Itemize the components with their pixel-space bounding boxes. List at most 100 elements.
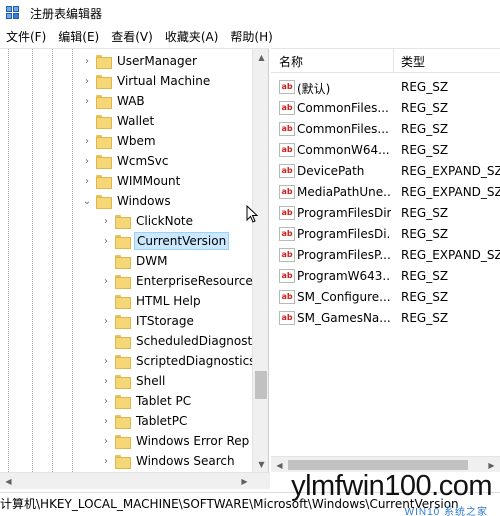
value-name: MediaPathUne... <box>297 185 391 199</box>
tree-item[interactable]: › ITStorage <box>99 311 196 331</box>
tree-item[interactable]: › Tablet PC <box>99 391 193 411</box>
menu-favorites[interactable]: 收藏夹(A) <box>159 27 225 48</box>
list-header: 名称 类型 <box>271 49 500 73</box>
tree-guide-line <box>32 49 33 472</box>
tree-horizontal-scrollbar[interactable]: ◀ ▶ <box>0 472 270 489</box>
folder-icon <box>115 335 131 349</box>
folder-icon <box>96 155 112 169</box>
list-item[interactable]: ab DevicePath REG_EXPAND_SZ <box>271 161 500 182</box>
scroll-right-icon[interactable]: ▶ <box>236 473 253 490</box>
chevron-right-icon[interactable]: › <box>99 316 113 327</box>
chevron-right-icon[interactable]: › <box>99 236 113 247</box>
string-value-icon: ab <box>279 248 295 262</box>
list-item[interactable]: ab CommonW64... REG_SZ <box>271 140 500 161</box>
chevron-right-icon[interactable]: › <box>99 356 113 367</box>
menu-view[interactable]: 查看(V) <box>105 27 159 48</box>
tree-item[interactable]: › ScriptedDiagnostics <box>99 351 257 371</box>
chevron-right-icon[interactable]: › <box>99 456 113 467</box>
tree-item-label: ScheduledDiagnost <box>136 334 253 348</box>
tree-vertical-scrollbar[interactable]: ▲ ▼ <box>252 49 268 472</box>
folder-icon <box>115 215 131 229</box>
tree-item[interactable]: › UserManager <box>80 51 199 71</box>
chevron-right-icon[interactable]: › <box>99 396 113 407</box>
tree-item[interactable]: › ClickNote <box>99 211 195 231</box>
string-value-icon: ab <box>279 290 295 304</box>
value-name: ProgramFilesP... <box>297 248 391 262</box>
chevron-right-icon[interactable]: › <box>99 416 113 427</box>
tree-item[interactable]: › EnterpriseResource <box>99 271 255 291</box>
tree-item[interactable]: › Windows Error Rep <box>99 431 251 451</box>
tree-item[interactable]: › WIMMount <box>80 171 182 191</box>
scroll-left-icon[interactable]: ◀ <box>0 473 17 490</box>
folder-icon <box>115 315 131 329</box>
registry-editor-icon <box>6 5 22 22</box>
scroll-down-icon[interactable]: ▼ <box>253 456 268 472</box>
value-type: REG_EXPAND_SZ <box>401 185 500 199</box>
menu-file[interactable]: 文件(F) <box>0 27 52 48</box>
tree-item-label: Tablet PC <box>136 394 192 408</box>
list-item[interactable]: ab ProgramFilesDi... REG_SZ <box>271 224 500 245</box>
tree-item[interactable]: DWM <box>99 251 169 271</box>
tree-item[interactable]: › Virtual Machine <box>80 71 212 91</box>
tree-item-label: WcmSvc <box>117 154 169 168</box>
chevron-down-icon[interactable]: ⌄ <box>80 196 94 207</box>
tree-item-label: ScriptedDiagnostics <box>136 354 256 368</box>
tree-item-label: UserManager <box>117 54 197 68</box>
tree-item-currentversion[interactable]: › CurrentVersion <box>99 231 230 251</box>
list-item[interactable]: ab SM_GamesNa... REG_SZ <box>271 308 500 329</box>
menu-help[interactable]: 帮助(H) <box>224 27 278 48</box>
chevron-right-icon[interactable]: › <box>99 376 113 387</box>
chevron-right-icon[interactable]: › <box>80 176 94 187</box>
string-value-icon: ab <box>279 122 295 136</box>
tree-item-label: TabletPC <box>136 414 188 428</box>
tree-item[interactable]: › WAB <box>80 91 147 111</box>
tree-item[interactable]: HTML Help <box>99 291 203 311</box>
value-type: REG_SZ <box>401 80 449 94</box>
scroll-left-icon[interactable]: ◀ <box>271 457 288 472</box>
tree-item[interactable]: › WcmSvc <box>80 151 170 171</box>
column-header-type[interactable]: 类型 <box>401 53 425 70</box>
scroll-up-icon[interactable]: ▲ <box>253 49 268 66</box>
tree-item-windows[interactable]: ⌄ Windows <box>80 191 173 211</box>
chevron-right-icon[interactable]: › <box>80 136 94 147</box>
column-divider[interactable] <box>393 49 394 73</box>
column-header-name[interactable]: 名称 <box>279 53 303 70</box>
tree-item-label: Shell <box>136 374 166 388</box>
registry-tree[interactable]: › UserManager › Virtual Machine › WAB Wa… <box>0 48 269 472</box>
tree-item-label: Wallet <box>117 114 155 128</box>
folder-icon <box>115 455 131 469</box>
mouse-cursor-icon <box>246 205 258 223</box>
list-item[interactable]: ab CommonFiles... REG_SZ <box>271 119 500 140</box>
value-name: SM_GamesNa... <box>297 311 391 325</box>
list-item[interactable]: ab ProgramW643... REG_SZ <box>271 266 500 287</box>
list-item[interactable]: ab SM_Configure... REG_SZ <box>271 287 500 308</box>
tree-item-label: Windows <box>117 194 171 208</box>
scrollbar-thumb[interactable] <box>255 371 267 399</box>
chevron-right-icon[interactable]: › <box>99 276 113 287</box>
tree-item-label: HTML Help <box>136 294 201 308</box>
tree-item-label: WAB <box>117 94 145 108</box>
chevron-right-icon[interactable]: › <box>80 156 94 167</box>
list-item[interactable]: ab CommonFiles... REG_SZ <box>271 98 500 119</box>
value-list[interactable]: 名称 类型 ab (默认) REG_SZ ab CommonFiles... REG_SZ… <box>271 48 500 472</box>
chevron-right-icon[interactable]: › <box>80 96 94 107</box>
list-item[interactable]: ab ProgramFilesP... REG_EXPAND_SZ <box>271 245 500 266</box>
chevron-right-icon[interactable]: › <box>80 76 94 87</box>
tree-item[interactable]: › Windows Search <box>99 451 237 471</box>
tree-item[interactable]: › Shell <box>99 371 167 391</box>
menu-edit[interactable]: 编辑(E) <box>52 27 105 48</box>
chevron-right-icon[interactable]: › <box>99 216 113 227</box>
tree-item[interactable]: › Wbem <box>80 131 158 151</box>
value-name: (默认) <box>297 82 331 96</box>
list-item[interactable]: ab MediaPathUne... REG_EXPAND_SZ <box>271 182 500 203</box>
list-item[interactable]: ab (默认) REG_SZ <box>271 77 500 98</box>
folder-icon <box>96 195 112 209</box>
tree-item[interactable]: ScheduledDiagnost <box>99 331 254 351</box>
tree-item[interactable]: Wallet <box>80 111 156 131</box>
chevron-right-icon[interactable]: › <box>80 56 94 67</box>
chevron-right-icon[interactable]: › <box>99 436 113 447</box>
list-item[interactable]: ab ProgramFilesDir REG_SZ <box>271 203 500 224</box>
tree-item[interactable]: › TabletPC <box>99 411 189 431</box>
scrollbar-thumb[interactable] <box>288 460 468 470</box>
folder-icon <box>96 55 112 69</box>
